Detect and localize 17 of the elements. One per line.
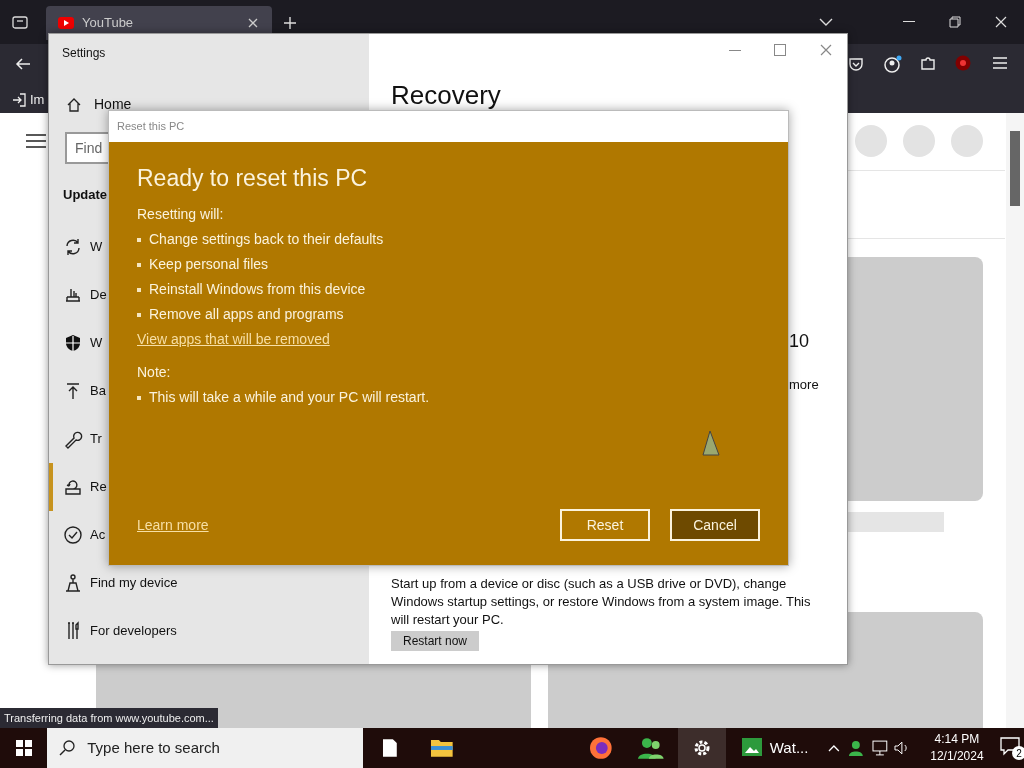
- section-title: Update: [63, 186, 108, 204]
- page-title: Recovery: [391, 82, 501, 108]
- note-label: Note:: [137, 363, 172, 382]
- list-item: This will take a while and your PC will restart.: [149, 388, 430, 407]
- notification-count: 2: [1012, 746, 1024, 760]
- intro-text: Resetting will:: [137, 205, 225, 224]
- window-title: Settings: [62, 45, 107, 62]
- text-fragment: 10: [789, 331, 810, 351]
- status-tooltip: Transferring data from www.youtube.com...: [0, 708, 218, 728]
- dialog-heading: Ready to reset this PC: [137, 164, 369, 192]
- list-item: Keep personal files: [149, 255, 269, 274]
- list-item: Reinstall Windows from this device: [149, 280, 366, 299]
- dialog-title: Reset this PC: [117, 119, 185, 135]
- text-fragment: more: [789, 376, 819, 394]
- list-item: Change settings back to their defaults: [149, 230, 384, 249]
- description: Start up from a device or disc (such as a USB drive or DVD), change Windows startup settings, or restore Windows from a system image. This will restart your PC.: [391, 574, 812, 629]
- list-item: Remove all apps and programs: [149, 305, 344, 324]
